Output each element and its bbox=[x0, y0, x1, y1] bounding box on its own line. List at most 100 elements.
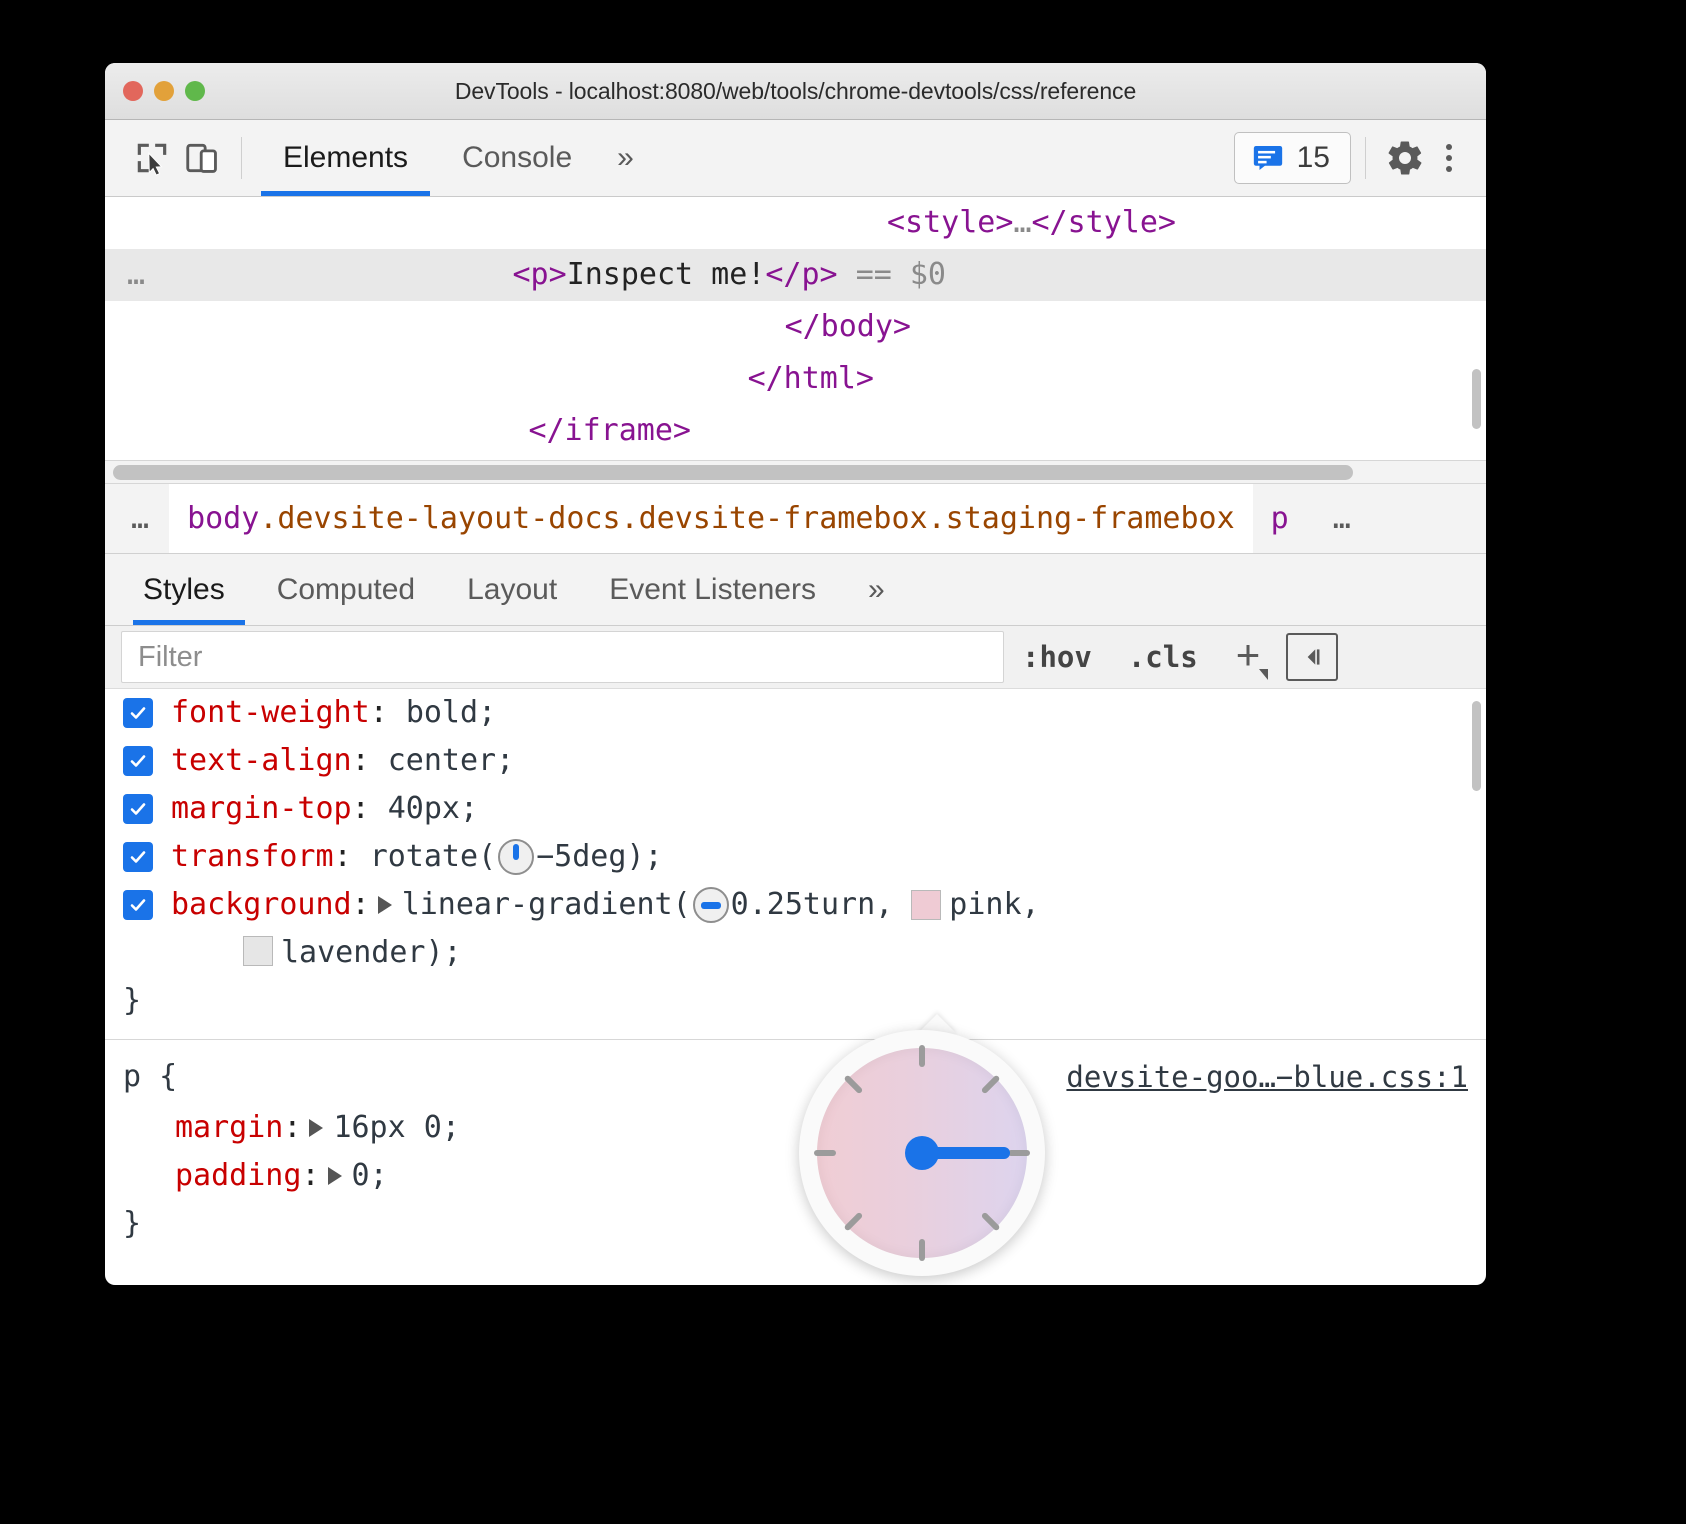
breadcrumb-item-p[interactable]: p bbox=[1253, 484, 1307, 553]
expand-shorthand-icon[interactable] bbox=[328, 1167, 342, 1185]
declaration-property[interactable]: margin bbox=[175, 1104, 283, 1152]
dom-line-selected-p[interactable]: …<p>Inspect me!</p> == $0 bbox=[105, 249, 1486, 301]
devtools-window: DevTools - localhost:8080/web/tools/chro… bbox=[105, 63, 1486, 1285]
styles-rules-pane[interactable]: font-weight: bold; text-align: center; m… bbox=[105, 689, 1486, 1248]
declaration-property[interactable]: margin-top bbox=[171, 785, 352, 833]
tab-console[interactable]: Console bbox=[435, 120, 599, 196]
dom-text-inspect-me: Inspect me! bbox=[567, 257, 766, 292]
tab-computed[interactable]: Computed bbox=[251, 554, 441, 625]
breadcrumb-left-ellipsis[interactable]: … bbox=[105, 484, 169, 553]
dom-tree-panel[interactable]: <style>…</style> …<p>Inspect me!</p> == … bbox=[105, 197, 1486, 460]
more-sidebar-tabs-chevron-icon[interactable]: » bbox=[842, 554, 911, 625]
angle-clock-swatch-transform[interactable] bbox=[498, 839, 534, 875]
message-count-label: 15 bbox=[1297, 141, 1330, 175]
background-color-1[interactable]: pink bbox=[949, 881, 1021, 929]
dom-line-html-close[interactable]: </html> bbox=[105, 353, 1486, 405]
declaration-text-align[interactable]: text-align: center; bbox=[105, 737, 1486, 785]
angle-clock-popup[interactable] bbox=[799, 1030, 1045, 1276]
declaration-checkbox[interactable] bbox=[123, 746, 153, 776]
plus-icon: + bbox=[1236, 631, 1261, 678]
tab-elements[interactable]: Elements bbox=[256, 120, 435, 196]
dom-console-ref bbox=[838, 257, 856, 292]
declaration-value[interactable]: 0 bbox=[352, 1152, 370, 1200]
expand-shorthand-icon[interactable] bbox=[378, 896, 392, 914]
declaration-checkbox[interactable] bbox=[123, 698, 153, 728]
styles-sidebar-tabs: Styles Computed Layout Event Listeners » bbox=[105, 554, 1486, 626]
declaration-property[interactable]: transform bbox=[171, 833, 334, 881]
declaration-checkbox[interactable] bbox=[123, 890, 153, 920]
element-classes-button[interactable]: .cls bbox=[1110, 640, 1216, 674]
dom-tag-iframe-close: </iframe> bbox=[528, 413, 691, 448]
background-color-2[interactable]: lavender bbox=[281, 935, 426, 970]
declaration-background-continued[interactable]: lavender); bbox=[105, 929, 1486, 977]
declaration-property[interactable]: padding bbox=[175, 1152, 301, 1200]
breadcrumb-item-body[interactable]: body.devsite-layout-docs.devsite-framebo… bbox=[169, 484, 1253, 553]
color-swatch-lavender[interactable] bbox=[243, 936, 273, 966]
dom-expand-ellipsis[interactable]: … bbox=[127, 249, 147, 301]
dom-tag-html-close: </html> bbox=[748, 361, 874, 396]
close-window-button[interactable] bbox=[123, 81, 143, 101]
declaration-value[interactable]: 16px 0 bbox=[333, 1104, 441, 1152]
declaration-value[interactable]: 40px bbox=[388, 785, 460, 833]
stylesheet-source-link[interactable]: devsite-goo…−blue.css:1 bbox=[1066, 1050, 1468, 1104]
inspect-cursor-icon[interactable] bbox=[127, 133, 177, 183]
declaration-property[interactable]: background bbox=[171, 881, 352, 929]
tab-event-listeners[interactable]: Event Listeners bbox=[583, 554, 842, 625]
declaration-margin-top[interactable]: margin-top: 40px; bbox=[105, 785, 1486, 833]
dom-line-body-close[interactable]: </body> bbox=[105, 301, 1486, 353]
dom-vertical-scrollbar[interactable] bbox=[1472, 369, 1481, 429]
declaration-value[interactable]: center bbox=[388, 737, 496, 785]
message-count-badge[interactable]: 15 bbox=[1234, 132, 1351, 184]
color-swatch-pink[interactable] bbox=[911, 890, 941, 920]
new-style-rule-button[interactable]: + bbox=[1216, 640, 1275, 674]
zoom-window-button[interactable] bbox=[185, 81, 205, 101]
window-title: DevTools - localhost:8080/web/tools/chro… bbox=[105, 78, 1486, 105]
declaration-font-weight[interactable]: font-weight: bold; bbox=[105, 689, 1486, 737]
declaration-property[interactable]: font-weight bbox=[171, 689, 370, 737]
angle-clock-tick bbox=[844, 1212, 864, 1232]
rule-1-close-brace: } bbox=[105, 977, 1486, 1025]
more-tabs-chevron-icon[interactable]: » bbox=[599, 141, 652, 175]
dom-line-style[interactable]: <style>…</style> bbox=[105, 197, 1486, 249]
angle-clock-knob[interactable] bbox=[905, 1136, 939, 1170]
transform-angle-value[interactable]: −5deg bbox=[536, 833, 626, 881]
devtools-toolbar: Elements Console » 15 bbox=[105, 120, 1486, 197]
angle-clock-dial-outer[interactable] bbox=[799, 1030, 1045, 1276]
rule-2-selector-line[interactable]: p { devsite-goo…−blue.css:1 bbox=[105, 1050, 1486, 1104]
gear-icon[interactable] bbox=[1380, 133, 1430, 183]
tab-layout[interactable]: Layout bbox=[441, 554, 583, 625]
tab-styles[interactable]: Styles bbox=[127, 554, 251, 625]
background-tail: ); bbox=[426, 935, 462, 970]
rule-2-selector[interactable]: p { bbox=[123, 1059, 177, 1094]
minimize-window-button[interactable] bbox=[154, 81, 174, 101]
background-angle-value[interactable]: 0.25turn, bbox=[731, 881, 894, 929]
angle-clock-swatch-background[interactable] bbox=[693, 887, 729, 923]
declaration-checkbox[interactable] bbox=[123, 842, 153, 872]
declaration-checkbox[interactable] bbox=[123, 794, 153, 824]
declaration-property[interactable]: text-align bbox=[171, 737, 352, 785]
toolbar-divider-2 bbox=[1365, 137, 1366, 179]
device-toolbar-icon[interactable] bbox=[177, 133, 227, 183]
dom-horizontal-scrollbar-thumb[interactable] bbox=[113, 465, 1353, 480]
background-function-name: linear-gradient( bbox=[402, 881, 691, 929]
toolbar-right-group: 15 bbox=[1234, 132, 1468, 184]
declaration-margin[interactable]: margin:16px 0; bbox=[105, 1104, 1486, 1152]
breadcrumb-right-ellipsis[interactable]: … bbox=[1307, 484, 1371, 553]
collapse-sidebar-icon[interactable] bbox=[1286, 633, 1338, 681]
dom-line-iframe-close[interactable]: </iframe> bbox=[105, 405, 1486, 457]
kebab-menu-icon[interactable] bbox=[1430, 144, 1468, 172]
declaration-padding[interactable]: padding:0; bbox=[105, 1152, 1486, 1200]
angle-clock-dial-face[interactable] bbox=[817, 1048, 1027, 1258]
dom-horizontal-scrollbar[interactable] bbox=[105, 460, 1486, 484]
styles-vertical-scrollbar[interactable] bbox=[1472, 701, 1481, 791]
dom-tag-body-close: </body> bbox=[785, 309, 911, 344]
toggle-element-state-button[interactable]: :hov bbox=[1004, 640, 1110, 674]
expand-shorthand-icon[interactable] bbox=[309, 1119, 323, 1137]
declaration-background[interactable]: background:linear-gradient(0.25turn, pin… bbox=[105, 881, 1486, 929]
dom-tag-p-open: <p> bbox=[513, 257, 567, 292]
message-bubble-icon bbox=[1251, 141, 1285, 175]
angle-clock-tick bbox=[981, 1212, 1001, 1232]
declaration-value[interactable]: bold bbox=[406, 689, 478, 737]
declaration-transform[interactable]: transform: rotate(−5deg); bbox=[105, 833, 1486, 881]
styles-filter-input[interactable]: Filter bbox=[121, 631, 1004, 683]
